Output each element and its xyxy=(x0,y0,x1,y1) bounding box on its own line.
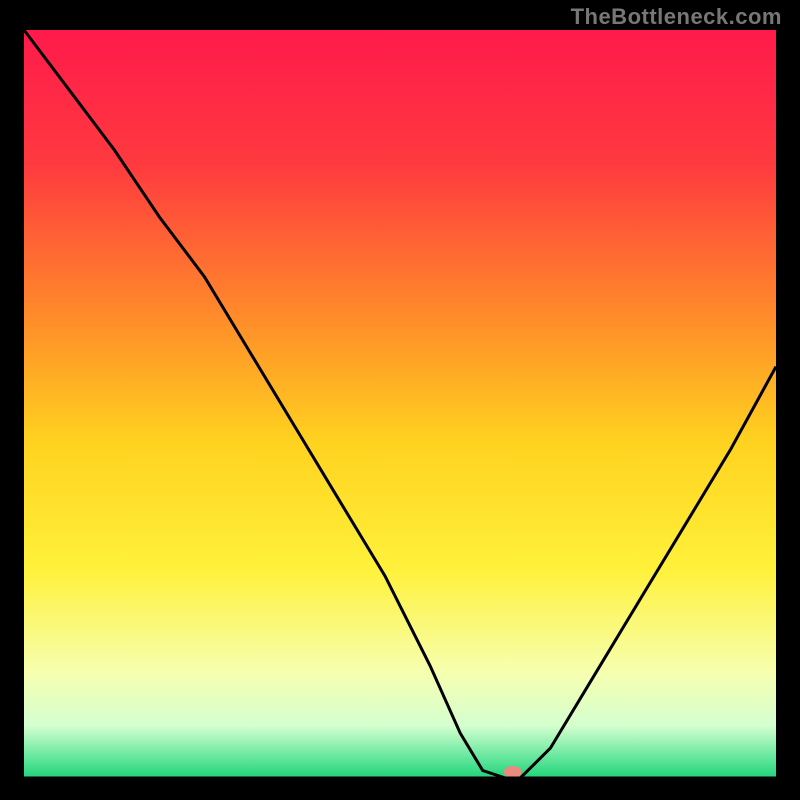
bottleneck-chart-svg xyxy=(0,0,800,800)
watermark-text: TheBottleneck.com xyxy=(571,4,782,30)
chart-frame: TheBottleneck.com xyxy=(0,0,800,800)
optimal-point-marker xyxy=(504,766,522,778)
plot-background xyxy=(24,30,776,778)
